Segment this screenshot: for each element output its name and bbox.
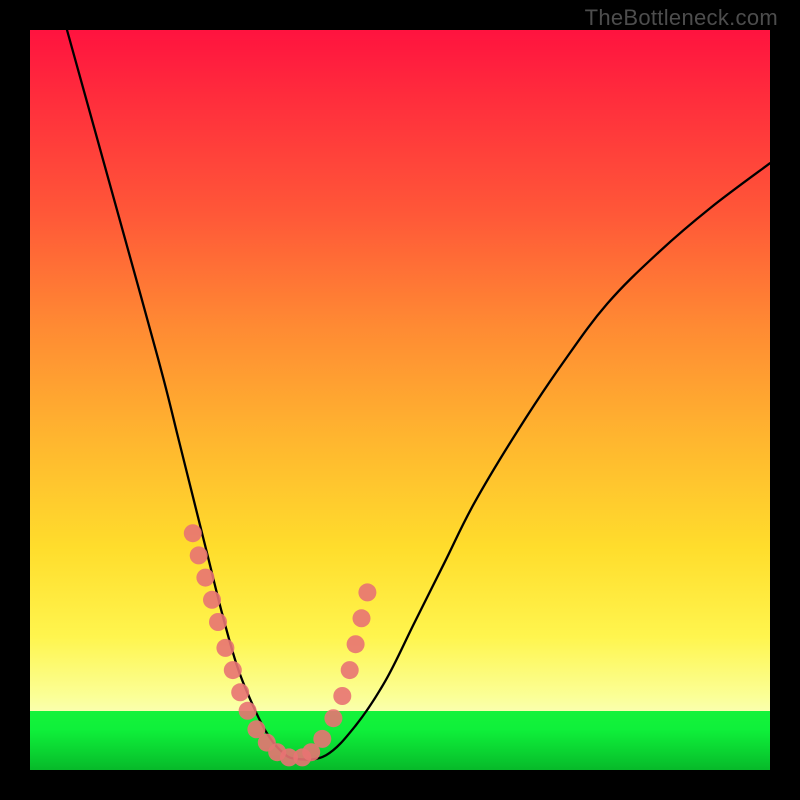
- bottleneck-curve: [67, 30, 770, 760]
- chart-outer-frame: TheBottleneck.com: [0, 0, 800, 800]
- highlight-dot: [184, 524, 202, 542]
- watermark-text: TheBottleneck.com: [585, 5, 778, 31]
- highlight-dots-group: [184, 524, 377, 766]
- highlight-dot: [224, 661, 242, 679]
- chart-plot-area: [30, 30, 770, 770]
- highlight-dot: [324, 709, 342, 727]
- highlight-dot: [216, 639, 234, 657]
- highlight-dot: [341, 661, 359, 679]
- highlight-dot: [196, 569, 214, 587]
- highlight-dot: [358, 583, 376, 601]
- highlight-dot: [239, 702, 257, 720]
- highlight-dot: [203, 591, 221, 609]
- highlight-dot: [231, 683, 249, 701]
- highlight-dot: [347, 635, 365, 653]
- highlight-dot: [353, 609, 371, 627]
- highlight-dot: [313, 730, 331, 748]
- highlight-dot: [333, 687, 351, 705]
- chart-svg: [30, 30, 770, 770]
- highlight-dot: [190, 546, 208, 564]
- highlight-dot: [209, 613, 227, 631]
